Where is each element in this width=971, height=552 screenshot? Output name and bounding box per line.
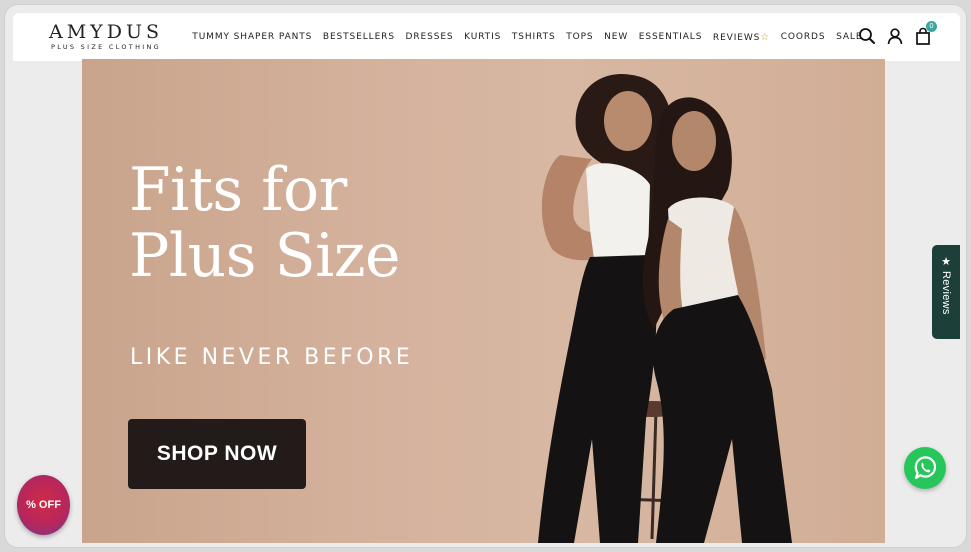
shopping-bag-icon[interactable]: 0 — [914, 21, 937, 45]
hero-models-image — [538, 73, 792, 543]
hero-title-line1: Fits for — [129, 155, 347, 225]
hero-subtitle: LIKE NEVER BEFORE — [130, 345, 414, 370]
nav-item-tummy-shaper-pants[interactable]: TUMMY SHAPER PANTS — [187, 32, 318, 43]
reviews-side-tab[interactable]: ★ Reviews — [932, 245, 960, 339]
hero-banner[interactable]: Fits for Plus Size LIKE NEVER BEFORE SHO… — [82, 59, 885, 543]
search-icon[interactable] — [858, 27, 876, 45]
star-icon: ★ — [941, 256, 951, 268]
reviews-tab-label: Reviews — [940, 271, 952, 315]
nav-item-new[interactable]: NEW — [599, 32, 634, 43]
nav-item-reviews[interactable]: REVIEWS☆ — [708, 32, 776, 43]
star-icon: ☆ — [760, 31, 771, 43]
brand-name: AMYDUS — [49, 21, 163, 44]
user-icon[interactable] — [886, 27, 904, 45]
browser-frame: AMYDUS PLUS SIZE CLOTHING TUMMY SHAPER P… — [4, 4, 967, 548]
header-icons: 0 — [858, 21, 937, 45]
brand-logo[interactable]: AMYDUS PLUS SIZE CLOTHING — [39, 23, 173, 51]
shop-now-button[interactable]: SHOP NOW — [128, 419, 306, 489]
nav-item-kurtis[interactable]: KURTIS — [459, 32, 507, 43]
main-nav: TUMMY SHAPER PANTS BESTSELLERS DRESSES K… — [187, 32, 868, 43]
nav-item-dresses[interactable]: DRESSES — [400, 32, 459, 43]
nav-item-bestsellers[interactable]: BESTSELLERS — [318, 32, 401, 43]
whatsapp-button[interactable] — [904, 447, 946, 489]
nav-item-essentials[interactable]: ESSENTIALS — [633, 32, 707, 43]
whatsapp-icon — [914, 456, 937, 480]
nav-item-tops[interactable]: TOPS — [561, 32, 599, 43]
hero-title-line2: Plus Size — [129, 221, 400, 291]
nav-item-coords[interactable]: COORDS — [775, 32, 830, 43]
hero-title: Fits for Plus Size — [129, 157, 400, 289]
nav-item-reviews-label: REVIEWS — [712, 32, 761, 43]
discount-badge[interactable]: % OFF — [17, 475, 70, 535]
nav-item-tshirts[interactable]: TSHIRTS — [507, 32, 561, 43]
cart-count-badge: 0 — [926, 21, 937, 32]
brand-tagline: PLUS SIZE CLOTHING — [51, 43, 161, 52]
site-header: AMYDUS PLUS SIZE CLOTHING TUMMY SHAPER P… — [13, 13, 960, 61]
